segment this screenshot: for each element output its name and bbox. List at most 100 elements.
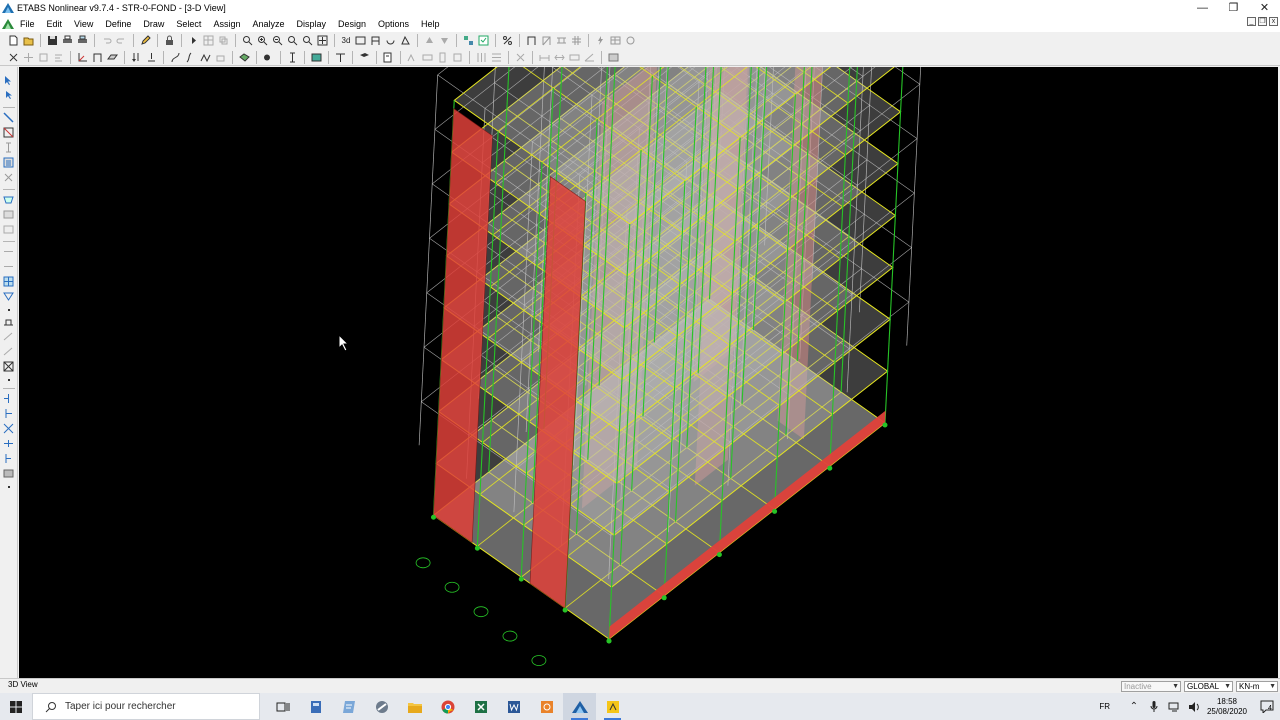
menu-file[interactable]: File	[20, 19, 41, 29]
draw-brace-button[interactable]	[1, 171, 15, 184]
taskbar-file-explorer[interactable]	[398, 693, 431, 720]
elevation-view-button[interactable]	[368, 34, 382, 47]
replicate-button[interactable]	[216, 34, 230, 47]
new-file-button[interactable]	[6, 34, 20, 47]
percent-button[interactable]	[500, 34, 514, 47]
taskbar-tool[interactable]	[365, 693, 398, 720]
dimension-button[interactable]	[537, 51, 551, 64]
wall-assign-button[interactable]	[357, 51, 371, 64]
align-button[interactable]	[51, 51, 65, 64]
start-button[interactable]	[0, 693, 32, 720]
show-frames-button[interactable]	[90, 51, 104, 64]
scale-button[interactable]	[36, 51, 50, 64]
view-3d-button[interactable]: 3d	[339, 36, 353, 45]
taskbar-app-orange[interactable]	[530, 693, 563, 720]
draw-grid-button[interactable]	[569, 34, 583, 47]
restore-button[interactable]: ❐	[1218, 0, 1249, 15]
snap-cross-button[interactable]	[1, 422, 15, 435]
set-building-view-button[interactable]	[476, 34, 490, 47]
shell-stresses-button[interactable]	[237, 51, 251, 64]
save-button[interactable]	[45, 34, 59, 47]
task-view-button[interactable]	[266, 693, 299, 720]
draw-wall-button[interactable]	[1, 156, 15, 169]
taskbar-search[interactable]: Taper ici pour rechercher	[32, 693, 260, 720]
misc-tool-button[interactable]	[513, 51, 527, 64]
undo-button[interactable]	[99, 34, 113, 47]
microphone-icon[interactable]	[1144, 701, 1164, 712]
print-button[interactable]	[60, 34, 74, 47]
deformed-shape-button[interactable]	[168, 51, 182, 64]
member-forces-button[interactable]	[198, 51, 212, 64]
print-tables-button[interactable]	[75, 34, 89, 47]
zoom-out-button[interactable]	[270, 34, 284, 47]
taskbar-notepad[interactable]	[332, 693, 365, 720]
dimension4-button[interactable]	[582, 51, 596, 64]
menu-assign[interactable]: Assign	[213, 19, 246, 29]
pan-button[interactable]	[315, 34, 329, 47]
draw-secondary-button[interactable]	[554, 34, 568, 47]
network-icon[interactable]	[1164, 702, 1184, 712]
assign-button[interactable]	[333, 51, 347, 64]
plan-fine-grid-button[interactable]	[1, 392, 15, 405]
design-beam-button[interactable]	[420, 51, 434, 64]
volume-icon[interactable]	[1184, 701, 1204, 712]
draw-line-tool-button[interactable]	[1, 245, 15, 258]
design-column-button[interactable]	[435, 51, 449, 64]
menu-help[interactable]: Help	[421, 19, 446, 29]
zoom-restore-button[interactable]	[285, 34, 299, 47]
taskbar-calculator[interactable]	[299, 693, 332, 720]
document-icon[interactable]	[2, 18, 14, 29]
building-model[interactable]	[19, 67, 1278, 678]
analysis-state-select[interactable]: Inactive ▼	[1121, 681, 1181, 692]
section-cut-button[interactable]	[1, 290, 15, 303]
perspective-button[interactable]	[398, 34, 412, 47]
snap-middle-button[interactable]	[1, 437, 15, 450]
minimize-button[interactable]: —	[1187, 0, 1218, 15]
snap-grid-button[interactable]	[1, 467, 15, 480]
run-analysis-button[interactable]	[186, 34, 200, 47]
lightning-button[interactable]	[593, 34, 607, 47]
taskbar-app-yellow[interactable]	[596, 693, 629, 720]
language-indicator[interactable]: FR	[1099, 702, 1110, 711]
menu-define[interactable]: Define	[105, 19, 137, 29]
snap-button[interactable]	[1, 315, 15, 328]
edit-pencil-button[interactable]	[138, 34, 152, 47]
quick-area-button[interactable]	[1, 223, 15, 236]
coordinate-system-select[interactable]: GLOBAL ▼	[1184, 681, 1233, 692]
move-up-button[interactable]	[422, 34, 436, 47]
draw-braces-button[interactable]	[539, 34, 553, 47]
report-button[interactable]	[606, 51, 620, 64]
model-viewport-3d[interactable]	[19, 67, 1278, 678]
draw-area-tool-button[interactable]	[1, 193, 15, 206]
menu-draw[interactable]: Draw	[143, 19, 170, 29]
draw-column-button[interactable]	[1, 141, 15, 154]
snap-ends-button[interactable]	[1, 330, 15, 343]
clock[interactable]: 18:58 25/08/2020	[1204, 697, 1250, 717]
menu-view[interactable]: View	[74, 19, 99, 29]
show-axes-button[interactable]	[75, 51, 89, 64]
snap-perpendicular-button[interactable]	[1, 407, 15, 420]
taskbar-chrome[interactable]	[431, 693, 464, 720]
chevron-up-icon[interactable]: ⌃	[1124, 701, 1144, 712]
zoom-in-button[interactable]	[255, 34, 269, 47]
menu-display[interactable]: Display	[296, 19, 332, 29]
show-loads-button[interactable]	[129, 51, 143, 64]
draw-line-button[interactable]	[285, 51, 299, 64]
notifications-button[interactable]: 4	[1256, 700, 1276, 713]
menu-edit[interactable]: Edit	[47, 19, 69, 29]
snap-line-button[interactable]	[1, 452, 15, 465]
move-down-button[interactable]	[437, 34, 451, 47]
design-button[interactable]	[381, 51, 395, 64]
mdi-close-button[interactable]: x	[1269, 17, 1278, 26]
close-button[interactable]: ✕	[1249, 0, 1280, 15]
zoom-previous-button[interactable]	[300, 34, 314, 47]
plan-view-button[interactable]	[353, 34, 367, 47]
draw-rect-area-button[interactable]	[1, 208, 15, 221]
rows-button[interactable]	[489, 51, 503, 64]
snap-intersect-button[interactable]	[1, 360, 15, 373]
dimension2-button[interactable]	[552, 51, 566, 64]
reshape-tool-button[interactable]	[1, 89, 15, 102]
mdi-restore-button[interactable]: ❐	[1258, 17, 1267, 26]
grid-tool-button[interactable]	[1, 275, 15, 288]
select-all-button[interactable]	[6, 51, 20, 64]
